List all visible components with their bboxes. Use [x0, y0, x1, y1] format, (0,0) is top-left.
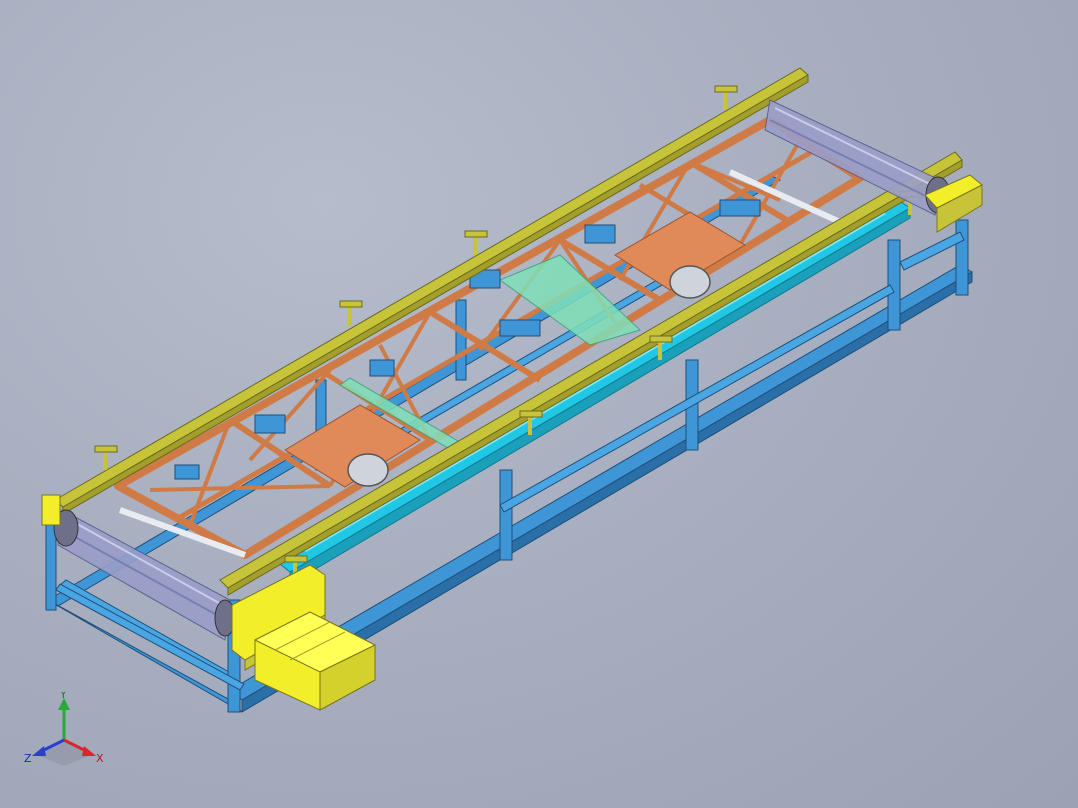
end-bracket-left: [41, 494, 61, 526]
triad-z-arrow-icon: [32, 746, 46, 756]
triad-x-label: X: [96, 752, 104, 765]
graphics-viewport[interactable]: Y X Z: [0, 0, 1078, 808]
triad-z-label: Z: [24, 752, 32, 765]
triad-y-label: Y: [59, 692, 67, 701]
conveyor-model[interactable]: [0, 0, 1078, 808]
truss-deck: [114, 116, 864, 559]
triad-x-arrow-icon: [82, 746, 96, 756]
orientation-triad[interactable]: Y X Z: [22, 688, 106, 772]
roller-drum-left: [53, 509, 236, 641]
